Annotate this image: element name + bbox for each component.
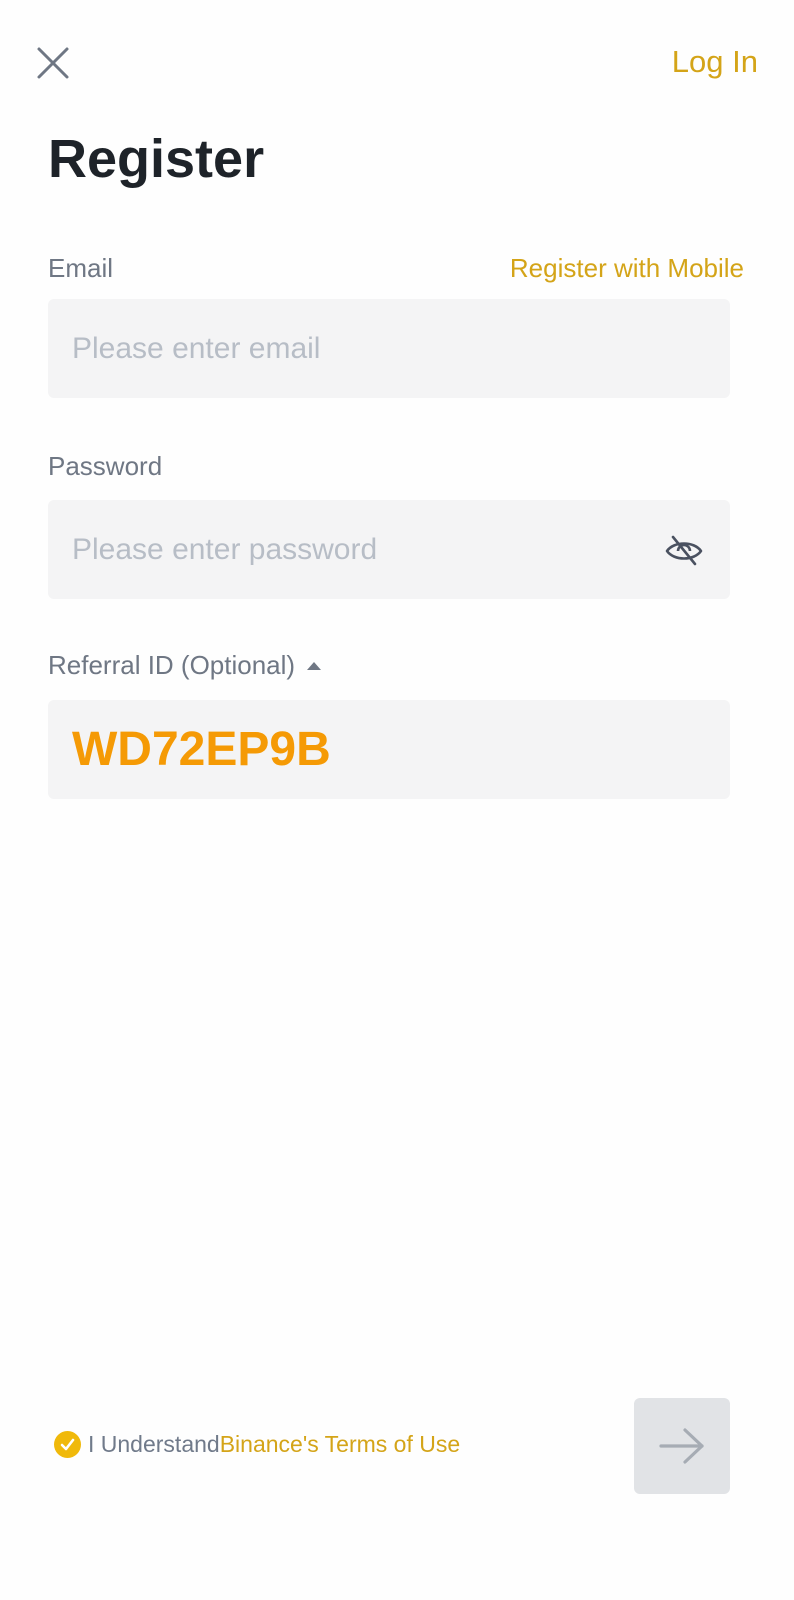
- terms-prefix: I Understand: [88, 1431, 220, 1457]
- eye-off-icon: [665, 535, 703, 565]
- email-label: Email: [48, 253, 114, 283]
- terms-row: I Understand Binance's Terms of Use: [54, 1431, 460, 1458]
- register-with-mobile-link[interactable]: Register with Mobile: [510, 253, 744, 284]
- email-field-container: [48, 299, 730, 398]
- password-visibility-toggle[interactable]: [662, 528, 706, 572]
- referral-toggle[interactable]: Referral ID (Optional): [48, 650, 322, 681]
- page-title: Register: [48, 129, 265, 189]
- referral-label: Referral ID (Optional): [48, 650, 296, 680]
- password-field-container: [48, 500, 730, 599]
- login-link[interactable]: Log In: [672, 44, 758, 80]
- close-icon: [37, 47, 69, 79]
- email-input[interactable]: [72, 331, 706, 366]
- close-button[interactable]: [32, 42, 74, 84]
- checkmark-icon[interactable]: [54, 1431, 81, 1458]
- referral-id-value: WD72EP9B: [72, 723, 331, 776]
- password-label: Password: [48, 451, 163, 481]
- caret-up-icon: [307, 661, 322, 670]
- referral-field-container[interactable]: WD72EP9B: [48, 700, 730, 799]
- terms-of-use-link[interactable]: Binance's Terms of Use: [220, 1431, 460, 1458]
- arrow-right-icon: [659, 1428, 704, 1464]
- password-input[interactable]: [72, 532, 662, 567]
- next-button[interactable]: [634, 1398, 730, 1494]
